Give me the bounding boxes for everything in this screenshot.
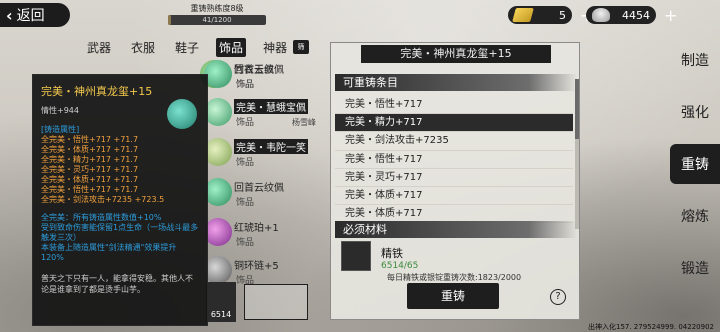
material-slot-bottom[interactable]: 6514 [206, 282, 236, 322]
item-type: 饰品 [236, 198, 255, 208]
item-type: 饰品 [236, 158, 255, 168]
silver-pill: 4454 [586, 6, 656, 24]
category-tabs: 武器 衣服 鞋子 饰品 神器 [84, 38, 290, 57]
recast-option[interactable]: 完美・剑法攻击+7235 [335, 132, 573, 151]
tooltip-attr: 全完美・灵巧+717 +71.7 [41, 165, 139, 174]
item-type: 饰品 [236, 238, 255, 248]
tooltip-description: 普天之下只有一人，能拿得安稳。其他人不论是谁拿到了都是烫手山芋。 [41, 274, 193, 294]
material-count: 6514/65 [381, 261, 419, 271]
gold-ingot-icon [512, 8, 534, 22]
tooltip-attr: 全完美・体质+717 +71.7 [41, 175, 139, 184]
gold-pill: 5 [508, 6, 572, 24]
tooltip-title: 完美・神州真龙玺+15 [41, 85, 153, 98]
silver-amount: 4454 [622, 8, 650, 22]
tooltip-bonus: 本装备上随造属性"剑法精通"效果提升120% [41, 243, 177, 262]
back-button[interactable]: ‹ 返回 [0, 3, 70, 27]
progress-value: 41/1200 [202, 16, 232, 24]
side-tab-forge[interactable]: 锻造 [670, 248, 720, 288]
item-name: 完美・韦陀一笑 [234, 139, 308, 154]
recast-option[interactable]: 完美・悟性+717 [335, 96, 573, 115]
back-label: 返回 [16, 8, 45, 24]
tab-accessory[interactable]: 饰品 [216, 38, 247, 57]
side-tab-smelt[interactable]: 熔炼 [670, 196, 720, 236]
list-item[interactable]: 完美・韦陀一笑 饰品 [200, 136, 320, 174]
list-item[interactable]: 回首云纹佩 饰品 [200, 58, 320, 96]
silver-ingot-icon [592, 8, 610, 22]
item-chain-icon [204, 256, 232, 284]
side-tab-recast[interactable]: 重铸 [670, 144, 720, 184]
item-bell-icon [204, 138, 232, 166]
gold-amount: 5 [559, 8, 566, 22]
add-silver-icon[interactable]: + [664, 6, 677, 25]
tooltip-attr: 全完美・体质+717 +71.7 [41, 145, 139, 154]
recast-option[interactable]: 完美・灵巧+717 [335, 169, 573, 187]
options-scrollbar[interactable] [575, 79, 579, 229]
filter-button[interactable]: 筛 [293, 40, 309, 54]
recast-option[interactable]: 完美・体质+717 [335, 187, 573, 206]
item-owner: 杨雪峰 [292, 118, 316, 127]
recast-option-selected[interactable]: 完美・精力+717 [335, 114, 573, 133]
tooltip-bonus: 受到致命伤害能保留1点生命（一场战斗最多触发三次） [41, 223, 199, 242]
material-name: 精铁 [381, 247, 403, 260]
item-type: 饰品 [236, 80, 255, 90]
recastable-header: 可重铸条目 [335, 74, 577, 91]
tooltip-bonus: 全完美：所有铸造属性数值+10% [41, 213, 162, 222]
side-tab-enhance[interactable]: 强化 [670, 92, 720, 132]
progress-bar: 41/1200 [168, 15, 266, 25]
tooltip-attr: 全完美・悟性+717 +71.7 [41, 135, 139, 144]
gold-currency: 5 + [508, 5, 593, 25]
material-header: 必须材料 [335, 221, 577, 238]
back-arrow-icon: ‹ [6, 5, 13, 25]
list-item[interactable]: 回首云纹佩 饰品 [200, 176, 320, 214]
top-bar: ‹ 返回 重铸熟练度8级 41/1200 5 + 4454 + [0, 0, 720, 30]
progress-label: 重铸熟练度8级 [190, 4, 244, 13]
item-tooltip: 完美・神州真龙玺+15 情性+944 [铸造属性] 全完美・悟性+717 +71… [32, 74, 208, 326]
recast-panel: 完美・神州真龙玺+15 可重铸条目 完美・悟性+717 完美・精力+717 完美… [330, 42, 580, 320]
scroll-thumb[interactable] [575, 79, 579, 139]
recast-option[interactable]: 完美・悟性+717 [335, 151, 573, 169]
item-name: 铜环链+5 [234, 261, 279, 272]
recast-options: 完美・悟性+717 完美・精力+717 完美・剑法攻击+7235 完美・悟性+7… [335, 96, 573, 224]
tab-clothes[interactable]: 衣服 [128, 38, 158, 57]
tooltip-attr: 全完美・剑法攻击+7235 +723.5 [41, 195, 165, 204]
recast-button[interactable]: 重铸 [407, 283, 499, 309]
list-item[interactable]: 完美・慧蛾宝佩 饰品 杨雪峰 [200, 96, 320, 134]
slot-count: 6514 [210, 310, 232, 319]
list-item[interactable]: 红琥珀+1 饰品 [200, 216, 320, 254]
iron-material-icon[interactable] [341, 241, 371, 271]
tooltip-attr: 全完美・悟性+717 +71.7 [41, 185, 139, 194]
help-icon[interactable]: ? [550, 289, 566, 305]
item-amber-icon [204, 218, 232, 246]
item-type: 饰品 [236, 118, 255, 128]
tooltip-attr: 全完美・精力+717 +71.7 [41, 155, 139, 164]
silver-currency: 4454 + [586, 5, 677, 25]
notice-box [244, 284, 308, 320]
item-name: 回首云纹佩 [234, 65, 284, 76]
item-jade-pendant-icon [204, 98, 232, 126]
item-name: 红琥珀+1 [234, 223, 279, 234]
footer-id: 出神入化157. 279524999. 04220902 [588, 323, 714, 331]
item-name: 回首云纹佩 [234, 183, 284, 194]
tab-shoes[interactable]: 鞋子 [172, 38, 202, 57]
item-jade-pendant-icon [204, 60, 232, 88]
side-tab-craft[interactable]: 制造 [670, 40, 720, 80]
tab-weapon[interactable]: 武器 [84, 38, 114, 57]
item-jade-pendant-icon [204, 178, 232, 206]
item-name: 完美・慧蛾宝佩 [234, 99, 308, 114]
panel-title: 完美・神州真龙玺+15 [361, 45, 551, 63]
tab-artifact[interactable]: 神器 [260, 38, 290, 57]
jade-seal-icon [167, 99, 197, 129]
daily-recast-count: 每日精铁或银锭重铸次数:1823/2000 [387, 273, 522, 282]
recast-proficiency: 重铸熟练度8级 41/1200 [168, 3, 266, 25]
